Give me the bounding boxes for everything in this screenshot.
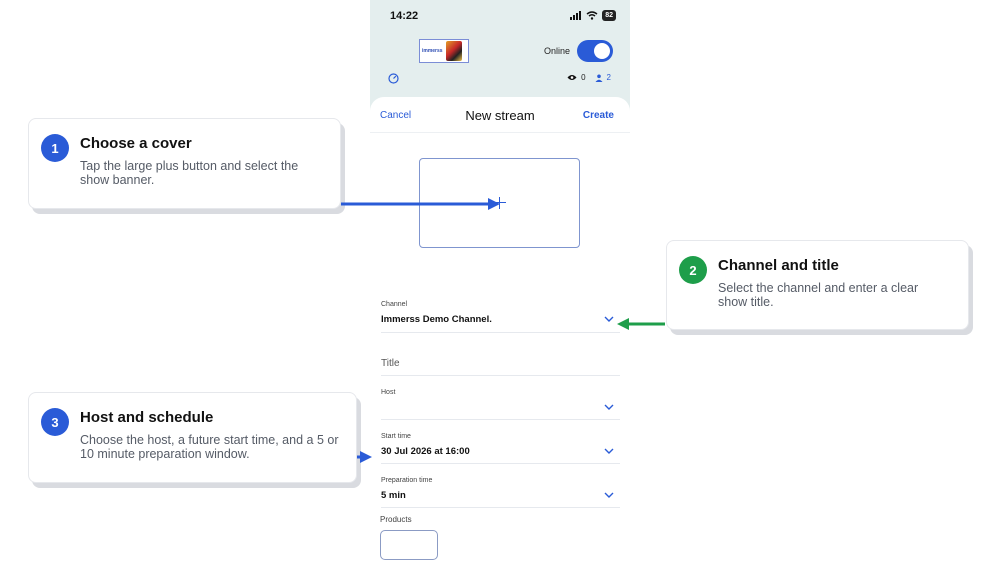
viewers-count: 0 — [581, 73, 586, 82]
new-stream-sheet: Cancel New stream Create Channel Immerss… — [370, 97, 630, 563]
callout-choose-cover: 1 Choose a cover Tap the large plus butt… — [28, 118, 341, 209]
user-icon — [595, 74, 603, 82]
status-time: 14:22 — [390, 10, 419, 22]
stream-stats: 0 2 — [567, 73, 611, 82]
callout-channel-title: 2 Channel and title Select the channel a… — [666, 240, 969, 330]
online-toggle[interactable] — [577, 40, 613, 62]
online-label: Online — [543, 46, 570, 56]
status-icons: 82 — [570, 10, 616, 21]
host-label: Host — [381, 389, 396, 396]
products-label: Products — [380, 515, 412, 524]
title-field[interactable]: Title — [381, 347, 620, 376]
logo-image — [445, 41, 462, 61]
callout-number: 1 — [41, 134, 69, 162]
status-bar: 14:22 82 — [370, 0, 630, 34]
sheet-header: Cancel New stream Create — [370, 97, 630, 133]
phone-screen: 14:22 82 immerss Online 0 2 Cancel New s… — [370, 0, 630, 563]
callout-body: Tap the large plus button and select the… — [80, 159, 299, 187]
toggle-knob — [594, 43, 610, 59]
title-placeholder: Title — [381, 358, 400, 369]
wifi-icon — [586, 11, 598, 20]
callout-host-schedule: 3 Host and schedule Choose the host, a f… — [28, 392, 357, 483]
chevron-down-icon[interactable] — [604, 491, 614, 499]
callout-title: Host and schedule — [80, 409, 214, 426]
battery-icon: 82 — [602, 10, 616, 21]
callout-title: Channel and title — [718, 257, 839, 274]
start-time-value: 30 Jul 2026 at 16:00 — [381, 446, 470, 457]
channel-field[interactable]: Channel Immerss Demo Channel. — [381, 297, 620, 333]
chevron-down-icon[interactable] — [604, 447, 614, 455]
cover-upload-box[interactable] — [419, 158, 580, 248]
eye-icon — [567, 75, 577, 80]
start-time-label: Start time — [381, 433, 411, 440]
chevron-down-icon[interactable] — [604, 403, 614, 411]
participants-count: 2 — [606, 73, 611, 82]
callout-number: 2 — [679, 256, 707, 284]
channel-label: Channel — [381, 301, 408, 308]
add-product-box[interactable] — [380, 530, 438, 560]
logo-text: immerss — [422, 48, 443, 54]
plus-icon[interactable] — [494, 197, 506, 209]
callout-title: Choose a cover — [80, 135, 192, 152]
preparation-time-label: Preparation time — [381, 477, 433, 484]
preparation-time-field[interactable]: Preparation time 5 min — [381, 473, 620, 508]
callout-body: Select the channel and enter a clear sho… — [718, 281, 919, 309]
signal-icon — [570, 11, 582, 20]
callout-body: Choose the host, a future start time, an… — [80, 433, 339, 461]
host-field[interactable]: Host — [381, 385, 620, 420]
callout-number: 3 — [41, 408, 69, 436]
create-button[interactable]: Create — [583, 110, 614, 121]
preparation-time-value: 5 min — [381, 490, 406, 501]
channel-logo: immerss — [419, 39, 469, 63]
gauge-icon[interactable] — [388, 73, 399, 84]
chevron-down-icon[interactable] — [604, 315, 614, 323]
online-control: Online — [544, 40, 613, 62]
channel-value: Immerss Demo Channel. — [381, 314, 492, 325]
start-time-field[interactable]: Start time 30 Jul 2026 at 16:00 — [381, 429, 620, 464]
